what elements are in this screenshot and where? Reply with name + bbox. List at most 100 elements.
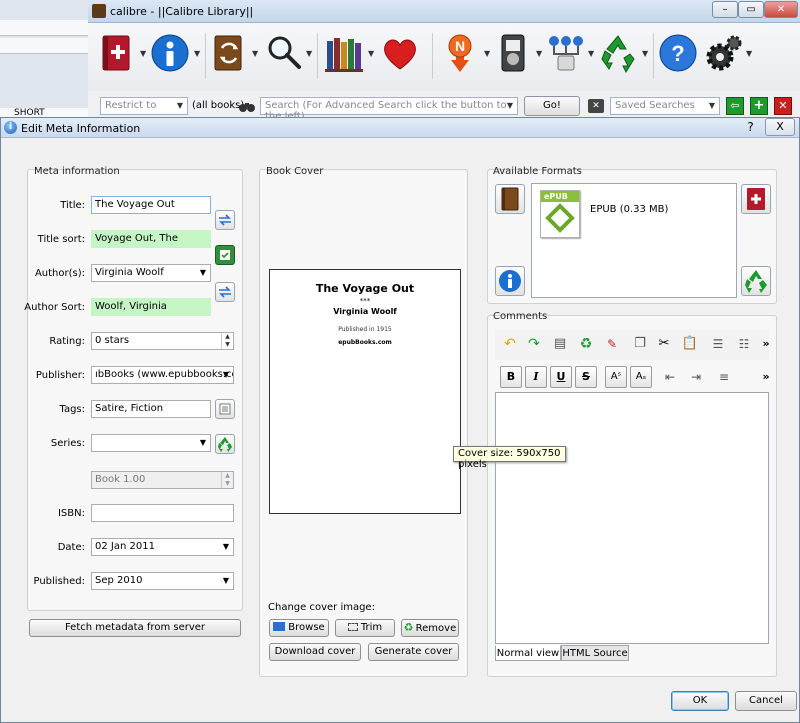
tag-editor-button[interactable] (215, 399, 235, 419)
view-dropdown-icon[interactable]: ▼ (306, 49, 314, 58)
convert-books-icon[interactable] (212, 33, 250, 75)
device-dropdown-icon[interactable]: ▼ (536, 49, 544, 58)
ok-button[interactable]: OK (671, 691, 729, 711)
authors-combo[interactable]: Virginia Woolf ▼ (91, 264, 211, 282)
rating-spinbox[interactable]: 0 stars ▲ ▼ (91, 332, 234, 350)
trim-button[interactable]: Trim (335, 619, 395, 637)
subscript-icon[interactable]: Aₛ (630, 366, 652, 388)
strikethrough-button[interactable]: S (575, 366, 597, 388)
maximize-button[interactable]: ▭ (738, 1, 764, 18)
formats-group-title: Available Formats (493, 166, 582, 177)
published-edit[interactable]: Sep 2010 ▼ (91, 572, 234, 590)
window-close-button[interactable]: ✕ (764, 1, 798, 18)
view-icon[interactable] (264, 33, 302, 75)
remove-cover-button[interactable]: ♻ Remove (401, 619, 459, 637)
connect-dropdown-icon[interactable]: ▼ (588, 49, 596, 58)
format-item-label[interactable]: EPUB (0.33 MB) (590, 204, 668, 215)
preferences-gear-icon[interactable] (704, 33, 742, 75)
set-cover-from-format-button[interactable] (495, 184, 525, 214)
comments-editor[interactable] (495, 392, 769, 644)
spin-arrows-icon: ▲ ▼ (221, 472, 233, 488)
cut-icon[interactable]: ✂ (653, 333, 675, 355)
title-sort-input[interactable]: Voyage Out, The (91, 230, 211, 248)
author-sort-input[interactable]: Woolf, Virginia (91, 298, 211, 316)
go-button[interactable]: Go! (524, 96, 580, 116)
recycle-icon: ♻ (403, 621, 414, 634)
donate-heart-icon[interactable] (380, 33, 418, 75)
fetch-news-icon[interactable]: N (440, 33, 478, 75)
remove-books-icon[interactable] (598, 33, 636, 75)
auto-author-sort-button[interactable] (215, 282, 235, 302)
clear-icon[interactable]: ♻ (575, 333, 597, 355)
cancel-button[interactable]: Cancel (735, 691, 797, 711)
save-search-icon[interactable]: ⇦ (726, 97, 744, 115)
clear-search-icon[interactable]: ✕ (588, 99, 604, 113)
superscript-icon[interactable]: Aˢ (605, 366, 627, 388)
trim-icon (347, 623, 358, 631)
tags-input[interactable]: Satire, Fiction (91, 400, 211, 418)
remove-series-button[interactable] (215, 434, 235, 454)
undo-icon[interactable]: ↶ (499, 333, 521, 355)
bold-button[interactable]: B (500, 366, 522, 388)
outdent-icon[interactable]: ⇤ (659, 366, 681, 388)
tab-normal-view[interactable]: Normal view (495, 645, 561, 661)
minimize-button[interactable]: – (712, 1, 738, 18)
restrict-to-combo[interactable]: Restrict to ▼ (100, 97, 188, 115)
download-cover-button[interactable]: Download cover (269, 643, 361, 661)
edit-metadata-dropdown-icon[interactable]: ▼ (194, 49, 202, 58)
fetch-metadata-button[interactable]: Fetch metadata from server (29, 619, 241, 637)
add-format-button[interactable] (741, 184, 771, 214)
auto-title-sort-button[interactable] (215, 245, 235, 265)
saved-searches-combo[interactable]: Saved Searches ▼ (610, 97, 720, 115)
connect-share-icon[interactable] (546, 33, 584, 75)
more-format-tools-icon[interactable]: » (755, 366, 777, 388)
remove-format-button[interactable] (741, 266, 771, 296)
help-button[interactable]: ? (741, 119, 760, 135)
set-metadata-from-format-button[interactable] (495, 266, 525, 296)
delete-search-icon[interactable]: ✕ (774, 97, 792, 115)
title-input[interactable]: The Voyage Out (91, 196, 211, 214)
folder-icon (273, 622, 286, 631)
cover-image: The Voyage Out *** Virginia Woolf Publis… (269, 269, 461, 514)
epub-format-icon[interactable]: ePUB (540, 190, 580, 238)
help-icon[interactable]: ? (658, 33, 697, 75)
more-tools-icon[interactable]: » (755, 333, 777, 355)
tab-html-source[interactable]: HTML Source (561, 645, 629, 661)
search-input[interactable]: Search (For Advanced Search click the bu… (260, 97, 518, 122)
add-books-dropdown-icon[interactable]: ▼ (140, 49, 148, 58)
swap-title-author-button[interactable] (215, 210, 235, 230)
numbered-list-icon[interactable]: ☰ (707, 333, 729, 355)
generate-cover-button[interactable]: Generate cover (368, 643, 459, 661)
add-books-icon[interactable] (100, 33, 138, 75)
bullet-list-icon[interactable]: ☷ (733, 333, 755, 355)
library-icon[interactable] (324, 33, 363, 75)
select-all-icon[interactable]: ▤ (549, 333, 571, 355)
spin-arrows-icon[interactable]: ▲ ▼ (221, 333, 233, 349)
recycle-icon (745, 270, 767, 293)
preferences-dropdown-icon[interactable]: ▼ (746, 49, 754, 58)
convert-dropdown-icon[interactable]: ▼ (252, 49, 260, 58)
edit-metadata-icon[interactable] (150, 33, 189, 75)
date-edit[interactable]: 02 Jan 2011 ▼ (91, 538, 234, 556)
align-left-icon[interactable]: ≡ (713, 366, 735, 388)
swap-arrows-icon (219, 286, 231, 298)
indent-icon[interactable]: ⇥ (685, 366, 707, 388)
redo-icon[interactable]: ↷ (523, 333, 545, 355)
binoculars-icon[interactable] (238, 99, 256, 113)
device-icon[interactable] (496, 33, 534, 75)
publisher-combo[interactable]: ıbBooks (www.epubbooks.com) ▼ (91, 366, 234, 384)
copy-icon[interactable]: ❐ (629, 333, 651, 355)
library-dropdown-icon[interactable]: ▼ (368, 49, 376, 58)
tags-label: Tags: (59, 404, 85, 415)
dialog-close-button[interactable]: X (765, 118, 795, 136)
remove-format-icon[interactable]: ✎ (601, 333, 623, 355)
remove-dropdown-icon[interactable]: ▼ (642, 49, 650, 58)
browse-button[interactable]: Browse (269, 619, 329, 637)
paste-icon[interactable]: 📋 (679, 333, 701, 355)
isbn-input[interactable] (91, 504, 234, 522)
news-dropdown-icon[interactable]: ▼ (484, 49, 492, 58)
underline-button[interactable]: U (550, 366, 572, 388)
series-combo[interactable]: ▼ (91, 434, 211, 452)
italic-button[interactable]: I (525, 366, 547, 388)
add-search-icon[interactable]: + (750, 97, 768, 115)
